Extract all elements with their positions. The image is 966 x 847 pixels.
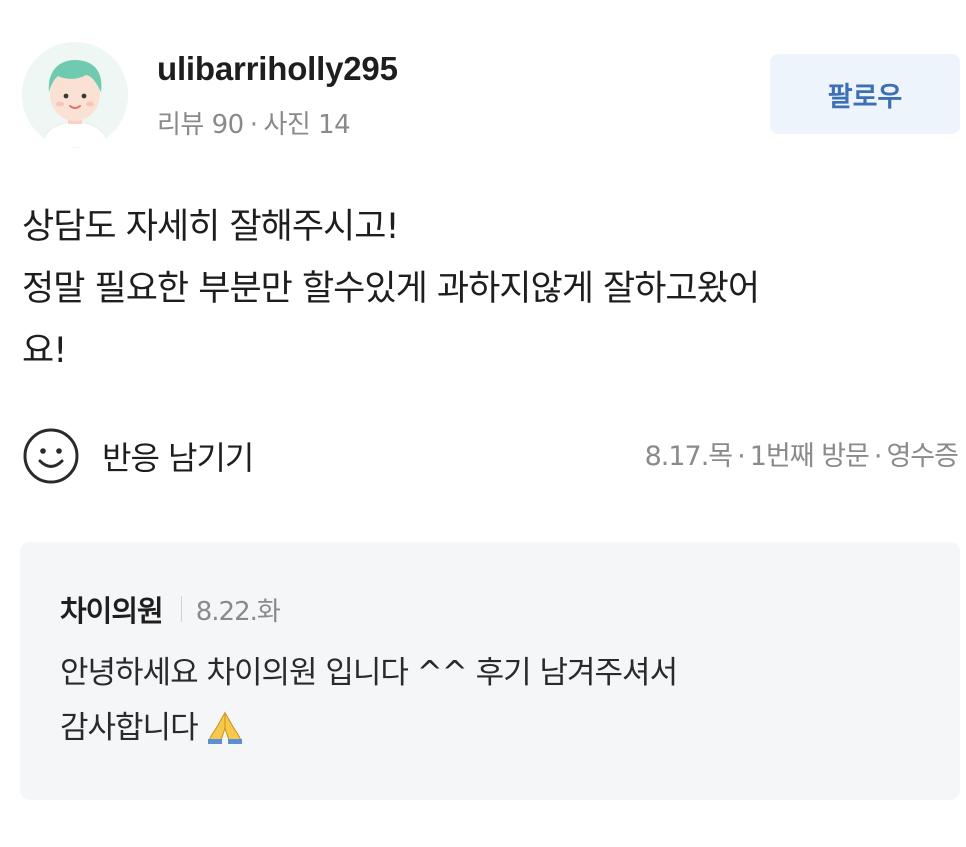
visit-separator: · bbox=[873, 441, 883, 472]
meta-separator: · bbox=[249, 110, 258, 140]
smile-icon bbox=[23, 428, 79, 484]
review-count: 리뷰 90 bbox=[157, 110, 244, 140]
avatar[interactable] bbox=[22, 42, 128, 148]
reply-author[interactable]: 차이의원 bbox=[60, 588, 164, 630]
receipt-label: 영수증 bbox=[886, 441, 959, 472]
react-label: 반응 남기기 bbox=[102, 439, 254, 477]
photo-count: 사진 14 bbox=[263, 110, 351, 140]
reply-date: 8.22.화 bbox=[195, 596, 281, 627]
profile-stats: 리뷰 90 · 사진 14 bbox=[157, 104, 351, 141]
reply-line: 감사합니다 bbox=[60, 701, 940, 756]
reply-body: 안녕하세요 차이의원 입니다 ^^ 후기 남겨주셔서 감사합니다 bbox=[60, 646, 940, 756]
reply-header: 차이의원 8.22.화 bbox=[60, 588, 281, 630]
owner-reply: 차이의원 8.22.화 안녕하세요 차이의원 입니다 ^^ 후기 남겨주셔서 감… bbox=[20, 542, 960, 800]
review-line: 정말 필요한 부분만 할수있게 과하지않게 잘하고왔어 bbox=[22, 269, 760, 309]
visit-separator: · bbox=[737, 441, 746, 472]
reply-divider bbox=[180, 596, 182, 622]
react-button[interactable]: 반응 남기기 bbox=[22, 426, 254, 486]
folded-hands-icon bbox=[207, 711, 242, 744]
visit-count: 1번째 방문 bbox=[749, 441, 870, 472]
reply-line: 안녕하세요 차이의원 입니다 ^^ 후기 남겨주셔서 bbox=[60, 655, 678, 691]
username[interactable]: ulibarriholly295 bbox=[157, 50, 398, 88]
review-line: 요! bbox=[22, 331, 67, 371]
review-line: 상담도 자세히 잘해주시고! bbox=[22, 207, 399, 247]
user-avatar-icon bbox=[22, 42, 128, 148]
visit-info: 8.17.목 · 1번째 방문 · 영수증 bbox=[644, 434, 959, 473]
follow-button[interactable]: 팔로우 bbox=[770, 54, 960, 134]
review-body: 상담도 자세히 잘해주시고! 정말 필요한 부분만 할수있게 과하지않게 잘하고… bbox=[22, 196, 958, 382]
visit-date: 8.17.목 bbox=[644, 441, 734, 472]
